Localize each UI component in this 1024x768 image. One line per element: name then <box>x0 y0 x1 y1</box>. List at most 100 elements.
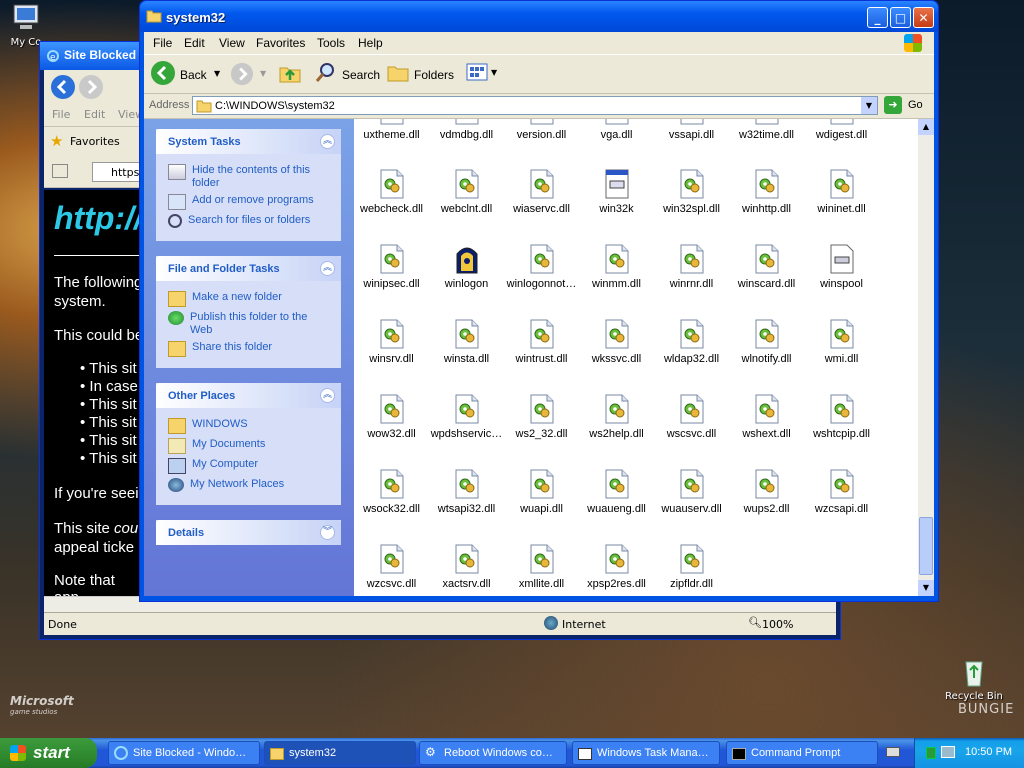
place-my-computer[interactable]: My Computer <box>168 458 258 474</box>
file-item[interactable]: vssapi.dll <box>654 119 729 141</box>
panel-header[interactable]: System Tasks ︽ <box>156 129 341 154</box>
file-item[interactable]: wdigest.dll <box>804 119 879 141</box>
file-item[interactable]: wintrust.dll <box>504 319 579 365</box>
expand-icon[interactable]: ︾ <box>320 525 335 540</box>
file-item[interactable]: winspool <box>804 244 879 290</box>
scroll-down-button[interactable]: ▼ <box>918 580 934 596</box>
file-item[interactable]: win32spl.dll <box>654 169 729 215</box>
back-dropdown-icon[interactable]: ▼ <box>214 69 220 78</box>
taskbar-button-command-prompt[interactable]: Command Prompt <box>726 741 878 765</box>
file-item[interactable]: wldap32.dll <box>654 319 729 365</box>
file-item[interactable]: wiaservc.dll <box>504 169 579 215</box>
explorer-title-bar[interactable]: system32 _ □ ✕ <box>140 1 938 32</box>
file-item[interactable]: wzcsapi.dll <box>804 469 879 515</box>
panel-header[interactable]: Details ︾ <box>156 520 341 545</box>
file-item[interactable]: wzcsvc.dll <box>354 544 429 590</box>
file-item[interactable]: wuauserv.dll <box>654 469 729 515</box>
desktop-icon-recycle-bin[interactable]: Recycle Bin <box>940 656 1008 702</box>
task-search-files[interactable]: Search for files or folders <box>168 214 310 228</box>
panel-header[interactable]: File and Folder Tasks ︽ <box>156 256 341 281</box>
taskbar-button-site-blocked[interactable]: Site Blocked - Windo… <box>108 741 260 765</box>
panel-header[interactable]: Other Places ︽ <box>156 383 341 408</box>
file-item[interactable]: wshext.dll <box>729 394 804 440</box>
file-item[interactable]: wuaueng.dll <box>579 469 654 515</box>
address-dropdown-icon[interactable]: ▼ <box>861 97 877 114</box>
place-my-network[interactable]: My Network Places <box>168 478 284 492</box>
file-list-scrollbar[interactable]: ▲ ▼ <box>918 119 934 596</box>
scroll-thumb[interactable] <box>919 517 933 575</box>
place-windows[interactable]: WINDOWS <box>168 418 248 434</box>
file-item[interactable]: wininet.dll <box>804 169 879 215</box>
network-tray-icon[interactable] <box>941 746 955 758</box>
collapse-icon[interactable]: ︽ <box>320 134 335 149</box>
task-hide-contents[interactable]: Hide the contents of this folder <box>168 164 318 190</box>
file-item[interactable]: winsrv.dll <box>354 319 429 365</box>
file-item[interactable]: ws2help.dll <box>579 394 654 440</box>
file-item[interactable]: winsta.dll <box>429 319 504 365</box>
file-item[interactable]: wups2.dll <box>729 469 804 515</box>
file-item[interactable]: wpdshservic… <box>429 394 504 440</box>
ie-menu-file[interactable]: File <box>52 108 70 121</box>
file-item[interactable]: vga.dll <box>579 119 654 141</box>
file-item[interactable]: winlogonnot… <box>504 244 579 290</box>
address-input[interactable]: C:\WINDOWS\system32 ▼ <box>192 96 878 115</box>
up-folder-icon[interactable] <box>278 61 302 85</box>
views-button[interactable]: ▼ <box>466 63 500 85</box>
task-make-folder[interactable]: Make a new folder <box>168 291 282 307</box>
file-item[interactable]: winlogon <box>429 244 504 290</box>
file-item[interactable]: uxtheme.dll <box>354 119 429 141</box>
tray-green-icon[interactable] <box>926 747 936 759</box>
file-item[interactable]: version.dll <box>504 119 579 141</box>
file-item[interactable]: wuapi.dll <box>504 469 579 515</box>
file-item[interactable]: webcheck.dll <box>354 169 429 215</box>
task-share-folder[interactable]: Share this folder <box>168 341 272 357</box>
search-button[interactable]: Search <box>314 61 382 87</box>
forward-arrow-icon[interactable] <box>78 74 104 100</box>
file-item[interactable]: xmllite.dll <box>504 544 579 590</box>
maximize-button[interactable]: □ <box>890 7 911 28</box>
task-publish-web[interactable]: Publish this folder to the Web <box>168 311 318 337</box>
file-item[interactable]: webclnt.dll <box>429 169 504 215</box>
collapse-icon[interactable]: ︽ <box>320 261 335 276</box>
clock[interactable]: 10:50 PM <box>965 746 1012 758</box>
file-item[interactable]: zipfldr.dll <box>654 544 729 590</box>
start-button[interactable]: start <box>0 738 97 768</box>
file-item[interactable]: wow32.dll <box>354 394 429 440</box>
menu-favorites[interactable]: Favorites <box>256 36 305 50</box>
ie-menu-edit[interactable]: Edit <box>84 108 105 121</box>
back-button[interactable]: Back <box>150 60 212 88</box>
file-item[interactable]: wmi.dll <box>804 319 879 365</box>
file-item[interactable]: winhttp.dll <box>729 169 804 215</box>
menu-edit[interactable]: Edit <box>184 36 205 50</box>
back-arrow-icon[interactable] <box>50 74 76 100</box>
file-item[interactable]: w32time.dll <box>729 119 804 141</box>
ie-tab[interactable]: https: <box>92 162 143 182</box>
file-item[interactable]: winmm.dll <box>579 244 654 290</box>
taskbar-button-system32[interactable]: system32 <box>264 741 416 765</box>
menu-view[interactable]: View <box>219 36 245 50</box>
close-button[interactable]: ✕ <box>913 7 934 28</box>
tab-grid-icon[interactable] <box>52 164 68 178</box>
file-item[interactable]: wlnotify.dll <box>729 319 804 365</box>
minimize-button[interactable]: _ <box>867 7 888 28</box>
explorer-window[interactable]: system32 _ □ ✕ File Edit View Favorites … <box>139 0 939 602</box>
keyboard-icon[interactable] <box>886 747 900 757</box>
collapse-icon[interactable]: ︽ <box>320 388 335 403</box>
ie-favorites-button[interactable]: Favorites <box>70 135 120 148</box>
file-item[interactable]: win32k <box>579 169 654 215</box>
menu-file[interactable]: File <box>153 36 172 50</box>
scroll-up-button[interactable]: ▲ <box>918 119 934 135</box>
file-item[interactable]: wsock32.dll <box>354 469 429 515</box>
file-item[interactable]: xpsp2res.dll <box>579 544 654 590</box>
status-zoom[interactable]: 100% <box>762 618 793 631</box>
file-item[interactable]: ws2_32.dll <box>504 394 579 440</box>
file-item[interactable]: wkssvc.dll <box>579 319 654 365</box>
file-item[interactable]: wshtcpip.dll <box>804 394 879 440</box>
forward-arrow-icon[interactable] <box>230 62 254 86</box>
task-add-remove-programs[interactable]: Add or remove programs <box>168 194 314 210</box>
zoom-icon[interactable]: 🔍︎ <box>748 616 762 629</box>
file-item[interactable]: wtsapi32.dll <box>429 469 504 515</box>
menu-help[interactable]: Help <box>358 36 383 50</box>
taskbar-button-reboot[interactable]: ⚙ Reboot Windows co… <box>419 741 567 765</box>
file-item[interactable]: wscsvc.dll <box>654 394 729 440</box>
